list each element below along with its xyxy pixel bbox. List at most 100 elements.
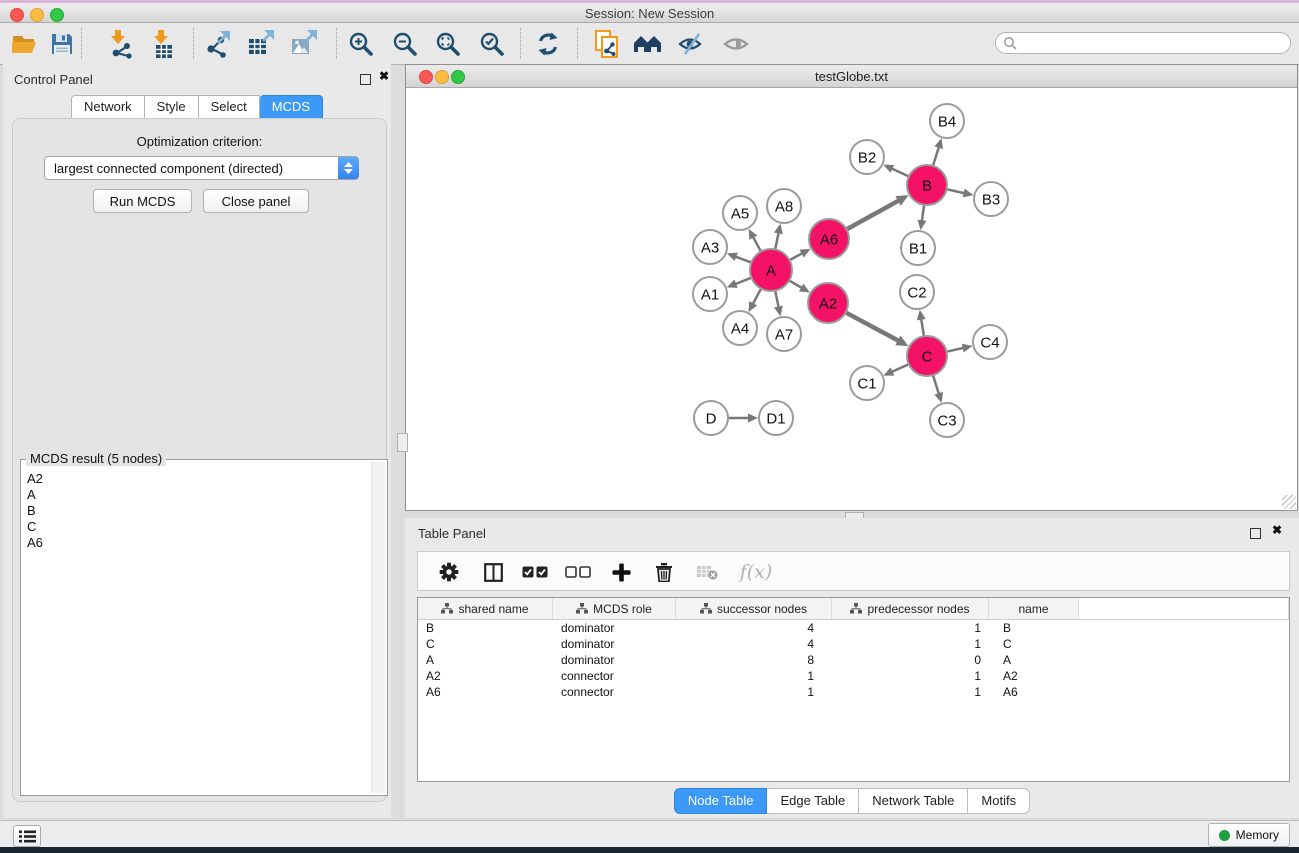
tab-style[interactable]: Style bbox=[145, 95, 199, 119]
table-cell[interactable]: B bbox=[989, 621, 1079, 635]
table-cell[interactable]: dominator bbox=[553, 637, 676, 651]
tab-motifs[interactable]: Motifs bbox=[968, 788, 1030, 814]
table-cell[interactable]: connector bbox=[553, 685, 676, 699]
run-mcds-button[interactable]: Run MCDS bbox=[93, 189, 192, 213]
edge-B-B2[interactable] bbox=[891, 168, 908, 176]
edge-C-C3[interactable] bbox=[933, 375, 939, 394]
table-cell[interactable]: 4 bbox=[676, 637, 832, 651]
save-session-button[interactable] bbox=[45, 27, 79, 61]
delete-table-button[interactable] bbox=[691, 556, 723, 588]
table-row[interactable]: A2connector11A2 bbox=[418, 668, 1289, 684]
tab-network-table[interactable]: Network Table bbox=[859, 788, 968, 814]
edge-A-A6[interactable] bbox=[790, 253, 803, 260]
table-row[interactable]: A6connector11A6 bbox=[418, 684, 1289, 700]
network-window-titlebar[interactable]: testGlobe.txt bbox=[406, 65, 1297, 88]
export-network-button[interactable] bbox=[201, 27, 235, 61]
tab-select[interactable]: Select bbox=[199, 95, 260, 119]
edge-A-A3[interactable] bbox=[735, 257, 751, 263]
zoom-out-button[interactable] bbox=[388, 27, 422, 61]
toggle-columns-button[interactable] bbox=[477, 556, 509, 588]
show-all-button[interactable] bbox=[719, 27, 753, 61]
tab-edge-table[interactable]: Edge Table bbox=[767, 788, 859, 814]
table-cell[interactable]: dominator bbox=[553, 621, 676, 635]
memory-button[interactable]: Memory bbox=[1208, 823, 1290, 847]
zoom-fit-button[interactable] bbox=[431, 27, 465, 61]
edge-A-A5[interactable] bbox=[753, 237, 761, 252]
result-item[interactable]: A6 bbox=[23, 535, 371, 551]
window-resize-grip[interactable] bbox=[1282, 495, 1296, 509]
export-table-button[interactable] bbox=[244, 27, 278, 61]
table-row[interactable]: Adominator80A bbox=[418, 652, 1289, 668]
float-table-panel-icon[interactable] bbox=[1250, 528, 1261, 539]
edge-C-C2[interactable] bbox=[921, 319, 924, 337]
create-column-button[interactable] bbox=[605, 556, 637, 588]
table-cell[interactable]: A2 bbox=[418, 669, 553, 683]
table-cell[interactable]: A bbox=[989, 653, 1079, 667]
open-session-button[interactable] bbox=[8, 27, 42, 61]
result-item[interactable]: A bbox=[23, 487, 371, 503]
table-cell[interactable]: 0 bbox=[832, 653, 989, 667]
column-header-predecessor-nodes[interactable]: predecessor nodes bbox=[832, 598, 989, 619]
edge-A2-C[interactable] bbox=[846, 312, 899, 340]
column-settings-button[interactable] bbox=[433, 556, 465, 588]
optimization-select[interactable]: largest connected component (directed) bbox=[44, 156, 359, 180]
table-cell[interactable]: 8 bbox=[676, 653, 832, 667]
import-network-button[interactable] bbox=[103, 27, 137, 61]
edge-B-B1[interactable] bbox=[922, 205, 924, 221]
table-row[interactable]: Bdominator41B bbox=[418, 620, 1289, 636]
table-cell[interactable]: C bbox=[989, 637, 1079, 651]
first-neighbors-button[interactable] bbox=[631, 27, 665, 61]
table-cell[interactable]: 1 bbox=[832, 685, 989, 699]
show-panel-list-button[interactable] bbox=[13, 825, 41, 847]
close-panel-button[interactable]: Close panel bbox=[203, 189, 309, 213]
edge-B-B4[interactable] bbox=[933, 147, 939, 166]
search-input[interactable] bbox=[995, 32, 1291, 54]
table-cell[interactable]: 1 bbox=[676, 685, 832, 699]
tab-mcds[interactable]: MCDS bbox=[260, 95, 323, 119]
float-panel-icon[interactable] bbox=[360, 74, 371, 85]
tab-network[interactable]: Network bbox=[71, 95, 145, 119]
deselect-all-button[interactable] bbox=[562, 556, 594, 588]
table-cell[interactable]: A6 bbox=[418, 685, 553, 699]
table-cell[interactable]: 4 bbox=[676, 621, 832, 635]
close-panel-icon[interactable]: ✖ bbox=[379, 69, 389, 83]
result-scrollbar[interactable] bbox=[371, 462, 385, 793]
table-cell[interactable]: A2 bbox=[989, 669, 1079, 683]
edge-C-C4[interactable] bbox=[947, 348, 964, 352]
result-item[interactable]: C bbox=[23, 519, 371, 535]
column-header-shared-name[interactable]: shared name bbox=[418, 598, 553, 619]
column-header-successor-nodes[interactable]: successor nodes bbox=[676, 598, 832, 619]
column-header-name[interactable]: name bbox=[989, 598, 1079, 619]
zoom-selected-button[interactable] bbox=[475, 27, 509, 61]
table-cell[interactable]: C bbox=[418, 637, 553, 651]
edge-A-A4[interactable] bbox=[753, 289, 761, 305]
result-item[interactable]: B bbox=[23, 503, 371, 519]
network-canvas[interactable]: B4B2BB3A8A5A6B1A3AA1C2A2A4A7C4CC1C3DD1 bbox=[406, 88, 1297, 510]
edge-C-C1[interactable] bbox=[892, 364, 909, 372]
table-cell[interactable]: A6 bbox=[989, 685, 1079, 699]
table-row[interactable]: Cdominator41C bbox=[418, 636, 1289, 652]
edge-A-A7[interactable] bbox=[775, 291, 778, 308]
import-table-button[interactable] bbox=[146, 27, 180, 61]
edge-A-A1[interactable] bbox=[735, 278, 751, 284]
table-cell[interactable]: dominator bbox=[553, 653, 676, 667]
close-table-panel-icon[interactable]: ✖ bbox=[1272, 523, 1282, 537]
table-cell[interactable]: 1 bbox=[832, 669, 989, 683]
edge-B-B3[interactable] bbox=[947, 189, 965, 193]
table-cell[interactable]: 1 bbox=[832, 621, 989, 635]
tab-node-table[interactable]: Node Table bbox=[674, 788, 768, 814]
result-item[interactable]: A2 bbox=[23, 471, 371, 487]
zoom-in-button[interactable] bbox=[344, 27, 378, 61]
select-all-button[interactable] bbox=[519, 556, 551, 588]
hide-selected-button[interactable] bbox=[674, 27, 708, 61]
edge-A-A8[interactable] bbox=[775, 232, 778, 249]
table-cell[interactable]: 1 bbox=[832, 637, 989, 651]
vertical-splitter-grip[interactable] bbox=[397, 433, 408, 452]
table-cell[interactable]: B bbox=[418, 621, 553, 635]
mcds-result-list[interactable]: A2ABCA6 bbox=[23, 471, 371, 793]
node-table[interactable]: shared nameMCDS rolesuccessor nodesprede… bbox=[417, 597, 1290, 782]
delete-column-button[interactable] bbox=[648, 556, 680, 588]
new-network-from-selection-button[interactable] bbox=[590, 27, 624, 61]
table-cell[interactable]: A bbox=[418, 653, 553, 667]
column-header-MCDS-role[interactable]: MCDS role bbox=[553, 598, 676, 619]
